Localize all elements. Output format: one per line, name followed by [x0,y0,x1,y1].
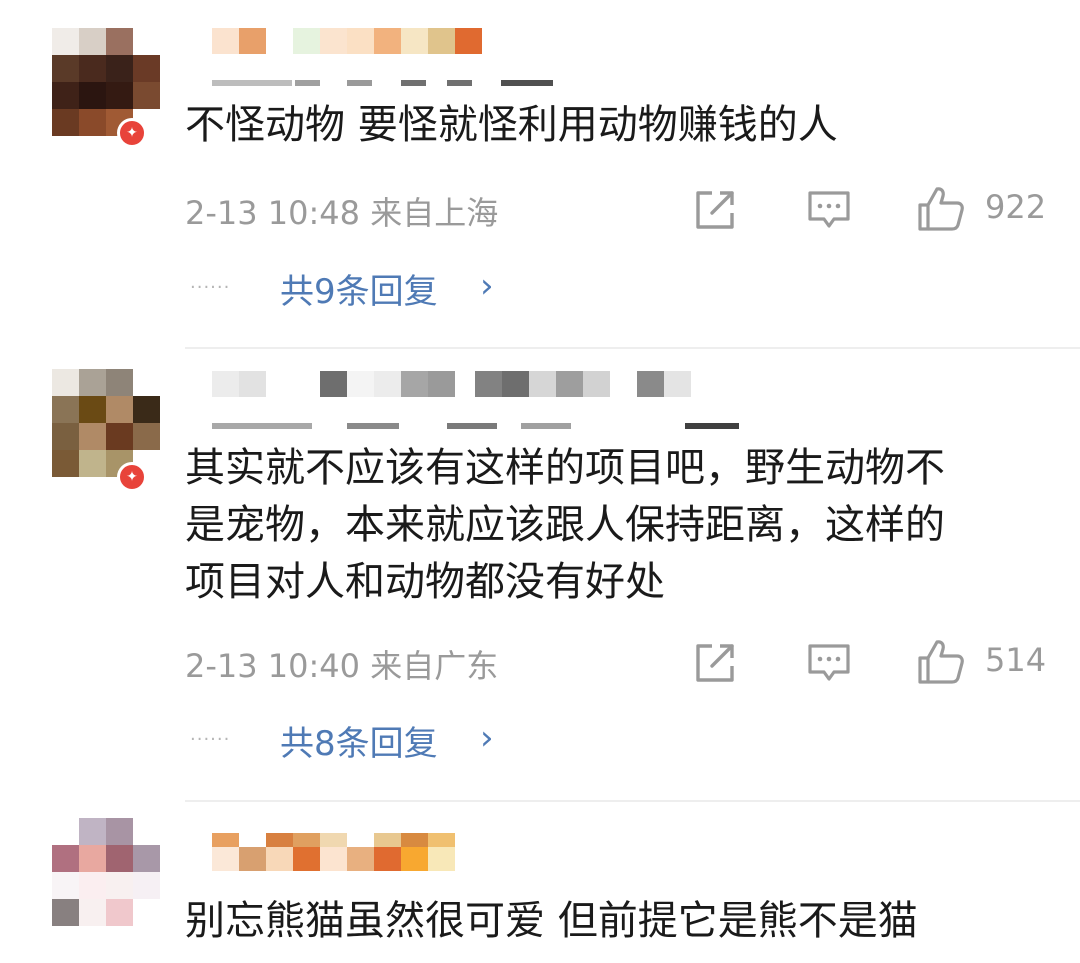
avatar[interactable] [52,369,160,477]
view-replies-link[interactable]: 共9条回复 [280,264,438,313]
reply-dots: ...... [190,272,231,293]
divider [185,347,1080,349]
comment-text: 不怪动物 要怪就怪利用动物赚钱的人 [185,102,838,148]
chevron-right-icon[interactable]: › [480,266,494,306]
verified-badge-icon: ✦ [117,118,147,148]
share-icon[interactable] [690,185,740,235]
like-count: 922 [985,188,1047,226]
chevron-right-icon[interactable]: › [480,718,494,758]
thumbs-up-icon[interactable] [915,183,965,233]
username-blurred[interactable] [185,28,785,88]
avatar[interactable] [52,818,160,926]
username-blurred[interactable] [185,833,785,893]
comment-icon[interactable] [804,185,854,235]
comment-text: 别忘熊猫虽然很可爱 但前提它是熊不是猫 [185,898,918,944]
verified-badge-icon: ✦ [117,462,147,492]
thumbs-up-icon[interactable] [915,636,965,686]
avatar[interactable] [52,28,160,136]
username-blurred[interactable] [185,369,785,429]
comment-icon[interactable] [804,638,854,688]
like-count: 514 [985,641,1047,679]
view-replies-link[interactable]: 共8条回复 [280,716,438,765]
divider [185,800,1080,802]
comment-text: 其实就不应该有这样的项目吧，野生动物不 是宠物，本来就应该跟人保持距离，这样的 … [185,445,945,605]
reply-dots: ...... [190,724,231,745]
comment-meta: 2-13 10:40 来自广东 [185,647,499,685]
comment-meta: 2-13 10:48 来自上海 [185,194,499,232]
share-icon[interactable] [690,638,740,688]
